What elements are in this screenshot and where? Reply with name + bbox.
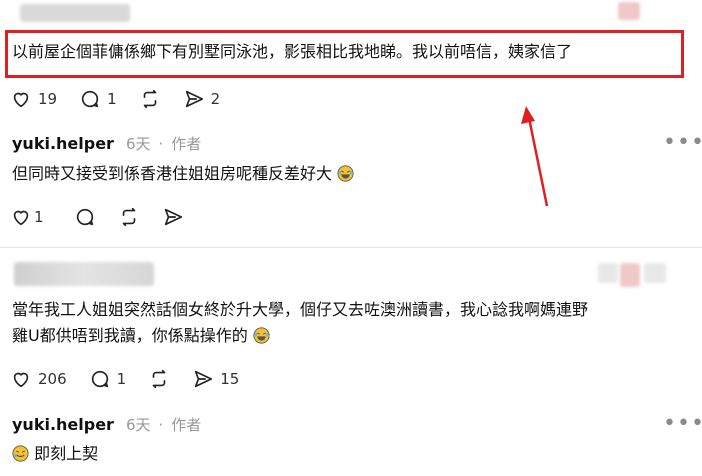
reply-count: 1: [116, 370, 127, 388]
comment-header: yuki.helper 6天 · 作者: [12, 133, 201, 154]
like-count: 19: [38, 90, 58, 108]
share-icon: [164, 208, 182, 226]
heart-icon: [13, 372, 29, 388]
separator: ·: [158, 415, 164, 434]
comment-actions: 19 1 2: [10, 88, 242, 110]
comment-text-content: 但同時又接受到係香港住姐姐房呢種反差好大: [12, 164, 333, 183]
thread-divider: [0, 247, 702, 248]
more-icon[interactable]: •••: [663, 130, 702, 155]
repost-icon: [143, 89, 156, 109]
like-button[interactable]: 19: [10, 88, 57, 110]
repost-button[interactable]: [139, 88, 161, 110]
laughing-emoji: [253, 327, 270, 344]
comment-header: yuki.helper 6天 · 作者: [12, 414, 201, 435]
redacted-username: [14, 262, 154, 286]
share-count: 15: [220, 370, 240, 388]
author-name[interactable]: yuki.helper: [12, 134, 114, 153]
comment-icon: [91, 370, 108, 388]
laughing-emoji: [337, 165, 354, 182]
like-count: 206: [38, 370, 67, 388]
redacted-more: [598, 263, 618, 283]
comment-icon: [76, 208, 93, 226]
author-badge: 作者: [171, 135, 202, 153]
comment-actions: 206 1 15: [10, 368, 261, 390]
comment-icon: [81, 90, 99, 108]
like-button[interactable]: 1: [10, 206, 44, 228]
share-count: 2: [210, 90, 221, 108]
author-name[interactable]: yuki.helper: [12, 415, 114, 434]
comment-text-line: 當年我工人姐姐突然話個女終於升大學，個仔又去咗澳洲讀書，我心諗我啊媽連野: [12, 300, 589, 319]
redacted-more: [644, 263, 666, 283]
comment-text: 但同時又接受到係香港住姐姐房呢種反差好大: [12, 160, 354, 188]
repost-icon: [152, 369, 166, 389]
redacted-avatar: [618, 2, 640, 20]
share-button[interactable]: 15: [192, 368, 239, 390]
share-button[interactable]: 2: [183, 88, 221, 110]
comment-text: 雞U都供唔到我讀，你係點操作的: [12, 322, 270, 350]
reply-button[interactable]: 1: [79, 88, 117, 110]
annotation-arrow: [521, 106, 549, 207]
heart-icon: [13, 210, 29, 226]
comment-text: 即刻上契: [12, 440, 98, 468]
reply-button[interactable]: [74, 206, 96, 228]
pleading-emoji: [12, 445, 29, 462]
like-count: 1: [34, 208, 44, 226]
separator: ·: [158, 134, 164, 153]
comment-actions: 1: [10, 206, 206, 228]
timestamp: 6天: [125, 135, 151, 153]
repost-button[interactable]: [148, 368, 170, 390]
redacted-username: [20, 4, 130, 22]
like-button[interactable]: 206: [10, 368, 67, 390]
timestamp: 6天: [125, 416, 151, 434]
comment-text-content: 雞U都供唔到我讀，你係點操作的: [12, 326, 248, 345]
repost-button[interactable]: [118, 206, 140, 228]
highlight-box: [5, 30, 684, 78]
comment-text-content: 即刻上契: [34, 444, 99, 463]
share-icon: [185, 90, 203, 108]
reply-count: 1: [107, 90, 117, 108]
author-badge: 作者: [171, 416, 202, 434]
reply-button[interactable]: 1: [89, 368, 127, 390]
more-icon[interactable]: •••: [663, 411, 702, 436]
redacted-avatar: [620, 263, 640, 287]
share-button[interactable]: [162, 206, 184, 228]
share-icon: [195, 370, 213, 388]
heart-icon: [13, 92, 29, 108]
repost-icon: [122, 207, 135, 227]
